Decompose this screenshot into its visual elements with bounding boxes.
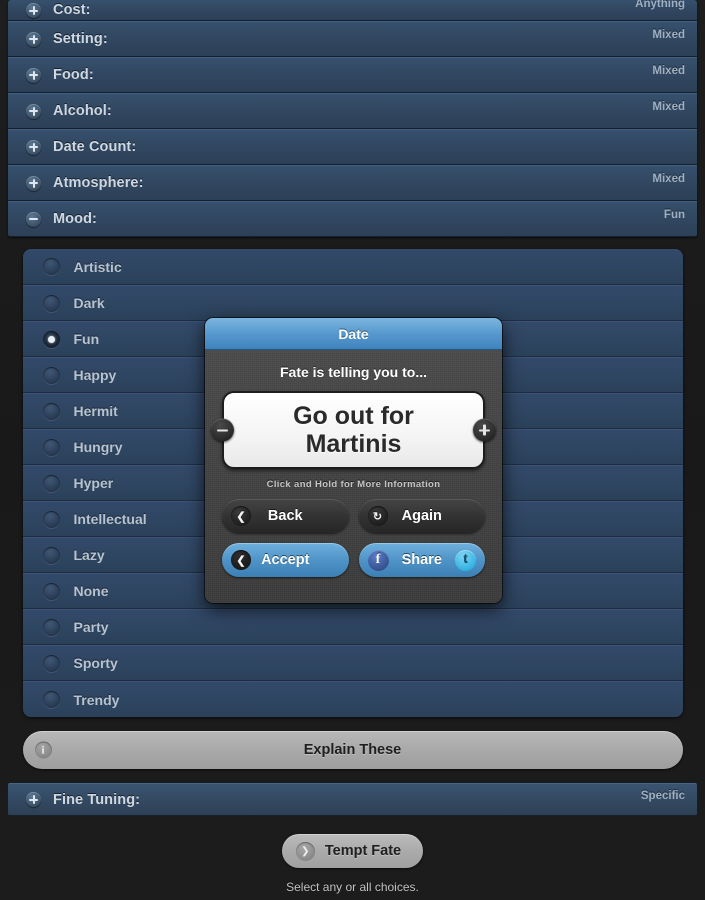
again-button-label: Again: [401, 508, 442, 524]
accordion-row-alcohol[interactable]: Alcohol: Mixed: [8, 93, 697, 129]
option-label: Lazy: [73, 547, 105, 563]
accordion-row-setting[interactable]: Setting: Mixed: [8, 21, 697, 57]
filter-accordion: Cost: Anything Setting: Mixed Food: Mixed Alco…: [8, 0, 697, 237]
explain-these-label: Explain These: [303, 742, 402, 758]
radio-button[interactable]: [42, 330, 60, 348]
facebook-icon[interactable]: f: [367, 549, 389, 571]
radio-button[interactable]: [42, 258, 60, 275]
option-label: Dark: [73, 295, 105, 311]
increment-button[interactable]: [473, 418, 496, 442]
accordion-row-fine-tuning[interactable]: Fine Tuning: Specific: [8, 783, 697, 816]
hold-hint-text: Click and Hold for More Information: [266, 479, 441, 490]
option-row[interactable]: Party: [22, 609, 683, 645]
chevron-left-icon: ❮: [231, 506, 251, 526]
suggestion-text: Go out for Martinis: [293, 402, 414, 458]
accordion-row-food[interactable]: Food: Mixed: [8, 57, 697, 93]
plus-icon: [26, 139, 41, 155]
plus-icon: [26, 792, 41, 807]
option-label: Artistic: [73, 258, 122, 275]
accordion-row-label: Date Count:: [53, 139, 137, 155]
option-label: Party: [73, 619, 109, 635]
plus-icon: [26, 67, 41, 83]
radio-button[interactable]: [42, 402, 60, 420]
share-button[interactable]: f Share t: [358, 543, 485, 577]
modal-title: Date: [205, 318, 502, 350]
radio-button[interactable]: [42, 691, 60, 708]
option-label: None: [73, 583, 109, 599]
accordion-row-date-count[interactable]: Date Count:: [8, 129, 697, 165]
info-icon: i: [34, 741, 52, 759]
fine-tuning-section: Fine Tuning: Specific: [8, 783, 697, 816]
suggestion-card-wrap: Go out for Martinis: [211, 391, 496, 469]
option-row[interactable]: Sporty: [22, 645, 683, 681]
option-label: Trendy: [73, 691, 120, 708]
explain-section: i Explain These: [22, 731, 683, 769]
accordion-row-mood[interactable]: Mood: Fun: [8, 201, 697, 237]
tempt-fate-button[interactable]: ❯ Tempt Fate: [281, 834, 424, 868]
tempt-fate-section: ❯ Tempt Fate: [0, 834, 705, 868]
suggestion-card[interactable]: Go out for Martinis: [222, 391, 485, 469]
tempt-fate-label: Tempt Fate: [324, 843, 402, 859]
share-button-label: Share: [401, 552, 442, 568]
radio-button[interactable]: [42, 654, 60, 672]
option-row[interactable]: Artistic: [22, 249, 683, 285]
minus-icon: [26, 211, 41, 227]
accept-button[interactable]: ❮ Accept: [222, 543, 349, 577]
chevron-right-icon: ❯: [295, 841, 315, 861]
accordion-row-value: Mixed: [652, 29, 685, 41]
back-button[interactable]: ❮ Back: [222, 499, 349, 533]
plus-icon: [26, 175, 41, 191]
option-label: Fun: [73, 331, 100, 347]
modal-button-row-primary: ❮ Back ↻ Again: [205, 499, 502, 533]
option-label: Hermit: [73, 403, 118, 419]
selection-hint: Select any or all choices.: [286, 880, 419, 894]
option-label: Happy: [73, 367, 117, 383]
again-button[interactable]: ↻ Again: [358, 499, 485, 533]
accordion-row-label: Food:: [53, 67, 94, 83]
plus-icon: [26, 3, 41, 18]
radio-button[interactable]: [42, 294, 60, 312]
accept-button-label: Accept: [261, 552, 310, 568]
accordion-row-label: Cost:: [53, 2, 91, 18]
modal-subtitle: Fate is telling you to...: [279, 364, 427, 380]
accordion-row-label: Atmosphere:: [53, 175, 144, 191]
radio-button[interactable]: [42, 474, 60, 492]
accordion-row-value: Anything: [635, 0, 685, 10]
plus-icon: [26, 31, 41, 47]
accordion-row-value: Fun: [663, 209, 685, 221]
plus-icon: [26, 103, 41, 119]
radio-button[interactable]: [42, 438, 60, 456]
radio-button[interactable]: [42, 546, 60, 564]
radio-button[interactable]: [42, 366, 60, 384]
explain-these-button[interactable]: i Explain These: [22, 731, 683, 769]
option-label: Intellectual: [73, 511, 147, 527]
accordion-row-value: Mixed: [652, 101, 685, 113]
modal-body: Fate is telling you to... Go out for Mar…: [205, 350, 502, 603]
accordion-row-label: Setting:: [53, 31, 108, 47]
option-label: Hungry: [73, 439, 123, 455]
fine-tuning-value: Specific: [640, 789, 685, 802]
refresh-icon: ↻: [367, 506, 388, 526]
option-label: Hyper: [73, 475, 114, 491]
radio-button[interactable]: [42, 510, 60, 528]
accordion-row-cost[interactable]: Cost: Anything: [8, 0, 697, 21]
option-row[interactable]: Trendy: [22, 681, 683, 717]
fine-tuning-label: Fine Tuning:: [53, 791, 141, 808]
accordion-row-atmosphere[interactable]: Atmosphere: Mixed: [8, 165, 697, 201]
chevron-left-icon: ❮: [231, 550, 251, 570]
accordion-row-label: Mood:: [53, 211, 97, 227]
accordion-row-value: Mixed: [652, 173, 685, 185]
option-row[interactable]: Dark: [22, 285, 683, 321]
back-button-label: Back: [267, 508, 303, 524]
twitter-icon[interactable]: t: [455, 549, 476, 571]
radio-button[interactable]: [42, 618, 60, 636]
option-label: Sporty: [73, 655, 118, 671]
radio-button[interactable]: [42, 582, 60, 600]
decrement-button[interactable]: [211, 418, 234, 442]
accordion-row-label: Alcohol:: [53, 103, 112, 119]
accordion-row-value: Mixed: [652, 65, 685, 77]
app-root: Cost: Anything Setting: Mixed Food: Mixed Alco…: [0, 0, 705, 900]
modal-button-row-secondary: ❮ Accept f Share t: [205, 543, 502, 577]
date-modal: Date Fate is telling you to... Go out fo…: [205, 318, 502, 603]
